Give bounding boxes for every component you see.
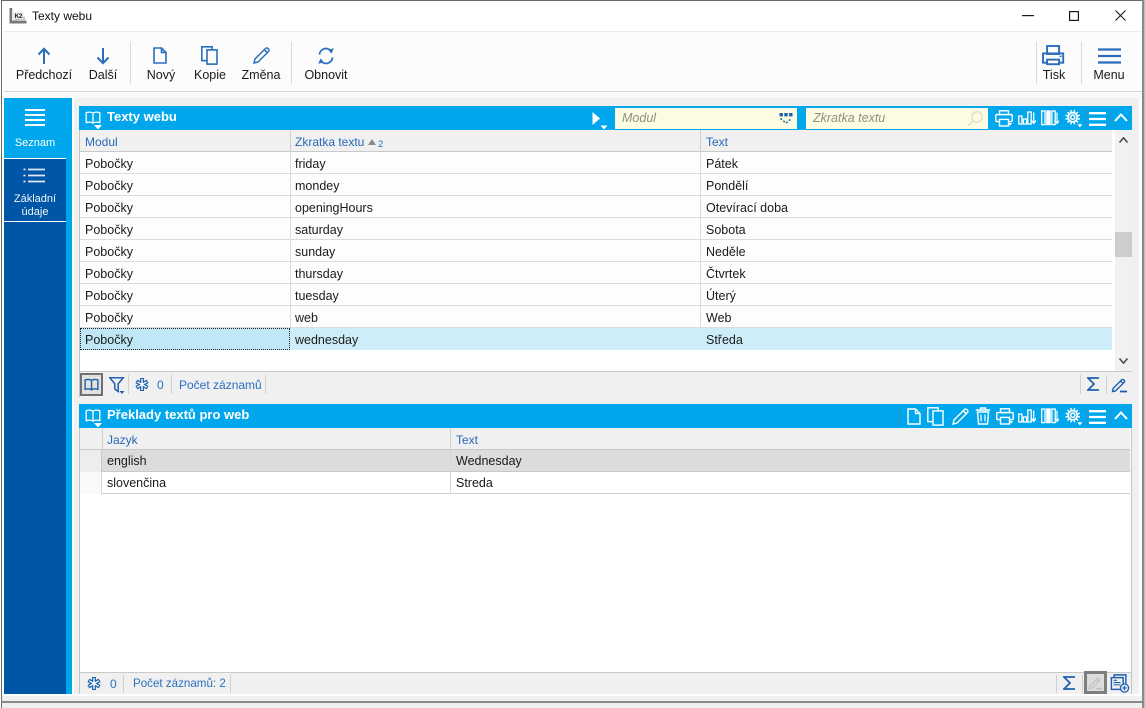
svg-text:K2: K2 (14, 13, 22, 20)
